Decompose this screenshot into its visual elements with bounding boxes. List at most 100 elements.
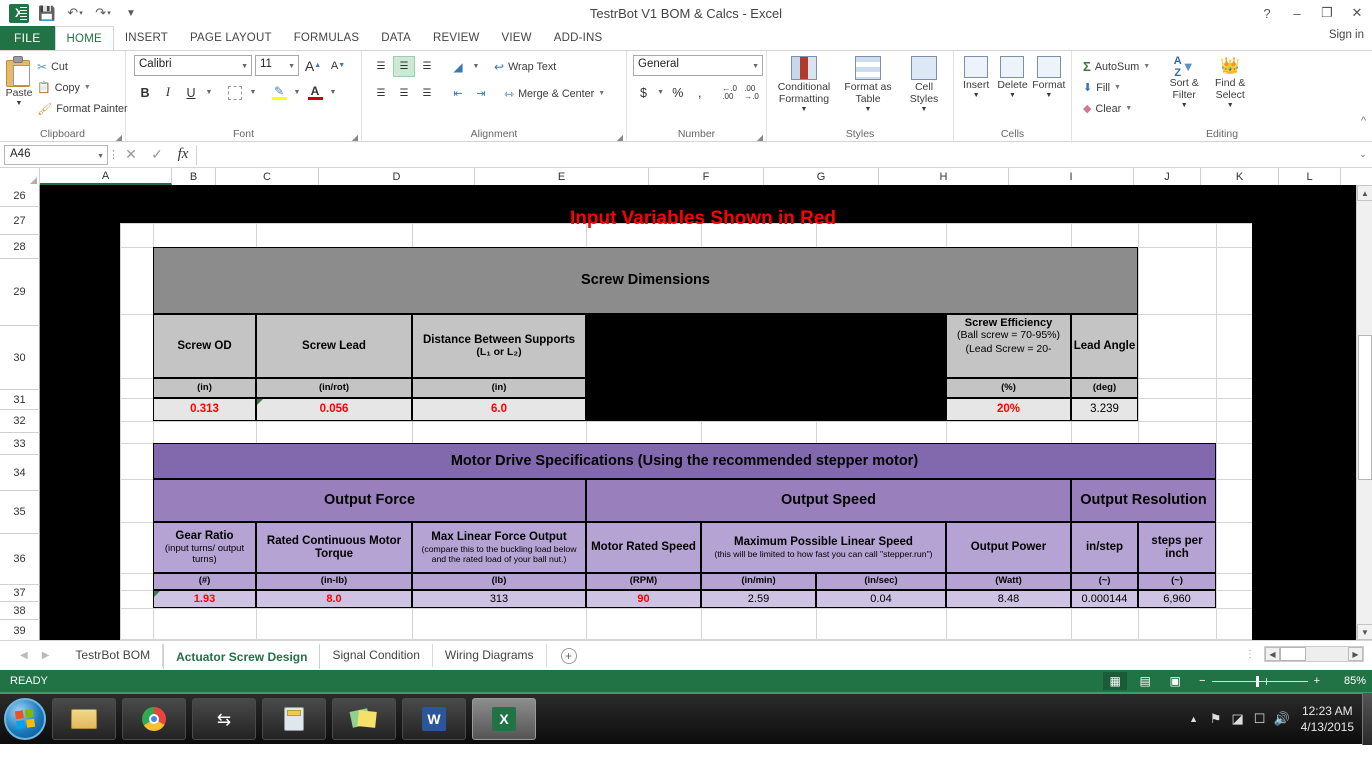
screw-dimensions-title[interactable]: Screw Dimensions (153, 247, 1138, 314)
row-header-26[interactable]: 26 (0, 185, 40, 207)
rated-torque-value[interactable]: 8.0 (256, 590, 412, 608)
number-format-select[interactable]: General ▼ (633, 55, 763, 76)
row-header-35[interactable]: 35 (0, 491, 40, 534)
close-button[interactable]: ✕ (1342, 0, 1372, 26)
font-size-dropdown-icon[interactable]: ▼ (288, 63, 295, 70)
vertical-scrollbar[interactable]: ▲ ▼ (1356, 185, 1372, 640)
tab-file[interactable]: FILE (0, 26, 55, 50)
font-name-dropdown-icon[interactable]: ▼ (241, 63, 248, 70)
start-orb-icon[interactable] (4, 698, 46, 740)
linear-speed-sec-value[interactable]: 0.04 (816, 590, 946, 608)
sheet-tab-wiring-diagrams[interactable]: Wiring Diagrams (433, 644, 547, 667)
gear-ratio-value[interactable]: 1.93 (153, 590, 256, 608)
scroll-down-button[interactable]: ▼ (1357, 624, 1372, 640)
decrease-decimal-button[interactable]: .00 →.0 (741, 82, 762, 103)
select-all-corner[interactable] (0, 168, 40, 185)
redo-icon[interactable]: ↷ ▾ (90, 2, 116, 24)
cell-styles-button[interactable]: Cell Styles ▼ (901, 54, 947, 128)
align-right-button[interactable]: ☰ (416, 83, 438, 104)
zoom-track[interactable] (1211, 675, 1308, 687)
horizontal-scrollbar[interactable]: ◀ ▶ (1264, 646, 1364, 662)
distance-supports-unit[interactable]: (in) (412, 378, 586, 398)
motor-speed-value[interactable]: 90 (586, 590, 701, 608)
column-header-a[interactable]: A (40, 168, 172, 185)
alignment-dialog-launcher[interactable]: ◢ (617, 133, 623, 142)
align-center-button[interactable]: ☰ (393, 83, 415, 104)
currency-button[interactable]: $ (633, 82, 654, 103)
format-as-table-button[interactable]: Format as Table ▼ (839, 54, 897, 128)
zoom-slider[interactable]: − + (1199, 675, 1320, 687)
screw-efficiency-header[interactable]: Screw Efficiency (Ball screw = 70-95%) (… (946, 314, 1071, 378)
flag-icon[interactable]: ⚑ (1205, 711, 1227, 727)
format-cells-button[interactable]: Format ▼ (1031, 54, 1067, 128)
column-header-i[interactable]: I (1009, 168, 1134, 185)
normal-view-icon[interactable]: ▦ (1103, 672, 1128, 690)
fill-color-button[interactable]: ✎ (268, 82, 290, 103)
output-force-section[interactable]: Output Force (153, 479, 586, 522)
column-header-e[interactable]: E (475, 168, 649, 185)
align-top-button[interactable]: ☰ (370, 56, 392, 77)
sheet-tab-signal-condition[interactable]: Signal Condition (320, 644, 433, 667)
taskbar-excel-icon[interactable]: X (472, 698, 536, 740)
copy-button[interactable]: 📋 Copy ▼ (34, 77, 131, 98)
lead-angle-value[interactable]: 3.239 (1071, 398, 1138, 421)
output-resolution-section[interactable]: Output Resolution (1071, 479, 1216, 522)
screw-od-unit[interactable]: (in) (153, 378, 256, 398)
hscroll-left-button[interactable]: ◀ (1265, 647, 1280, 661)
row-header-28[interactable]: 28 (0, 235, 40, 259)
screw-efficiency-value[interactable]: 20% (946, 398, 1071, 421)
paste-dropdown-icon[interactable]: ▼ (16, 100, 23, 108)
motor-speed-unit[interactable]: (RPM) (586, 573, 701, 590)
row-header-29[interactable]: 29 (0, 259, 40, 326)
volume-icon[interactable]: 🔊 (1271, 711, 1293, 727)
name-box-dropdown-icon[interactable]: ▼ (97, 153, 104, 160)
undo-icon[interactable]: ↶ ▾ (62, 2, 88, 24)
tab-page-layout[interactable]: PAGE LAYOUT (179, 26, 283, 50)
sheet-tab-testrbot-bom[interactable]: TestrBot BOM (63, 644, 164, 667)
tab-home[interactable]: HOME (54, 26, 114, 50)
zoom-in-button[interactable]: + (1314, 675, 1320, 687)
row-header-31[interactable]: 31 (0, 390, 40, 410)
comma-button[interactable]: , (689, 82, 710, 103)
font-size-input[interactable]: 11 ▼ (255, 55, 299, 76)
orientation-button[interactable]: ◢ (447, 56, 469, 77)
fill-color-dropdown-icon[interactable]: ▼ (291, 82, 303, 103)
increase-indent-button[interactable]: ⇥ (470, 83, 492, 104)
align-bottom-button[interactable]: ☰ (416, 56, 438, 77)
underline-dropdown-icon[interactable]: ▼ (203, 82, 215, 103)
row-header-33[interactable]: 33 (0, 433, 40, 455)
row-header-37[interactable]: 37 (0, 585, 40, 602)
clear-button[interactable]: ◆ Clear ▼ (1080, 98, 1153, 119)
linear-speed-min-unit[interactable]: (in/min) (701, 573, 816, 590)
column-header-d[interactable]: D (319, 168, 475, 185)
help-icon[interactable]: ? (1252, 0, 1282, 26)
taskbar-sticky-notes-icon[interactable] (332, 698, 396, 740)
distance-supports-value[interactable]: 6.0 (412, 398, 586, 421)
page-break-view-icon[interactable]: ▣ (1163, 672, 1187, 690)
in-per-step-header[interactable]: in/step (1071, 522, 1138, 573)
format-painter-button[interactable]: 🖌 Format Painter (34, 98, 131, 119)
linear-speed-min-value[interactable]: 2.59 (701, 590, 816, 608)
align-middle-button[interactable]: ☰ (393, 56, 415, 77)
save-icon[interactable]: 💾 (34, 2, 60, 24)
bold-button[interactable]: B (134, 82, 156, 103)
restore-button[interactable]: ❐ (1312, 0, 1342, 26)
motor-drive-title[interactable]: Motor Drive Specifications (Using the re… (153, 443, 1216, 479)
number-dialog-launcher[interactable]: ◢ (757, 133, 763, 142)
max-linear-speed-header[interactable]: Maximum Possible Linear Speed (this will… (701, 522, 946, 573)
column-header-h[interactable]: H (879, 168, 1009, 185)
column-header-j[interactable]: J (1134, 168, 1201, 185)
italic-button[interactable]: I (157, 82, 179, 103)
row-header-32[interactable]: 32 (0, 410, 40, 433)
sort-filter-button[interactable]: A Z ▼ Sort & Filter ▼ (1161, 54, 1207, 128)
lead-angle-header[interactable]: Lead Angle (1071, 314, 1138, 378)
merge-dropdown-icon[interactable]: ▼ (598, 90, 605, 97)
output-power-header[interactable]: Output Power (946, 522, 1071, 573)
fill-dropdown-icon[interactable]: ▼ (1114, 84, 1121, 91)
autosum-button[interactable]: Σ AutoSum ▼ (1080, 56, 1153, 77)
row-header-30[interactable]: 30 (0, 326, 40, 390)
customize-quick-access-icon[interactable]: ▼ (118, 2, 144, 24)
underline-button[interactable]: U (180, 82, 202, 103)
show-desktop-button[interactable] (1362, 693, 1372, 745)
steps-per-inch-header[interactable]: steps per inch (1138, 522, 1216, 573)
